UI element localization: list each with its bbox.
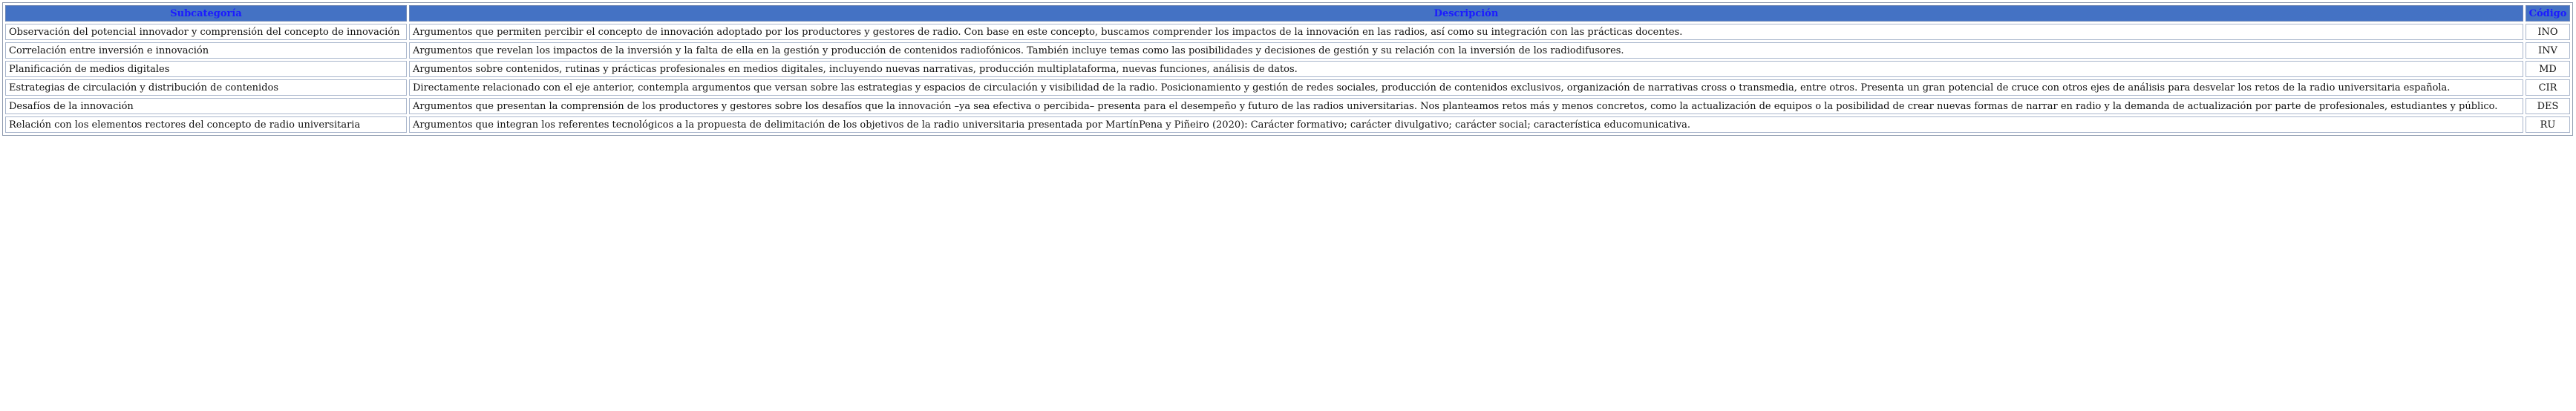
cell-subcategory: Correlación entre inversión e innovación xyxy=(5,42,407,59)
header-subcategory: Subcategoría xyxy=(5,5,407,22)
cell-code: MD xyxy=(2526,61,2570,77)
table-header-row: Subcategoría Descripción Código xyxy=(5,5,2570,22)
cell-subcategory: Desafíos de la innovación xyxy=(5,98,407,114)
cell-description: Argumentos que permiten percibir el conc… xyxy=(409,24,2523,40)
cell-code: INO xyxy=(2526,24,2570,40)
cell-subcategory: Relación con los elementos rectores del … xyxy=(5,116,407,133)
cell-description: Argumentos que presentan la comprensión … xyxy=(409,98,2523,114)
cell-description: Directamente relacionado con el eje ante… xyxy=(409,79,2523,96)
table-row: Planificación de medios digitales Argume… xyxy=(5,61,2570,77)
cell-subcategory: Planificación de medios digitales xyxy=(5,61,407,77)
header-description: Descripción xyxy=(409,5,2523,22)
cell-code: RU xyxy=(2526,116,2570,133)
cell-subcategory: Estrategias de circulación y distribució… xyxy=(5,79,407,96)
table-row: Estrategias de circulación y distribució… xyxy=(5,79,2570,96)
table-row: Correlación entre inversión e innovación… xyxy=(5,42,2570,59)
cell-code: CIR xyxy=(2526,79,2570,96)
table-row: Desafíos de la innovación Argumentos que… xyxy=(5,98,2570,114)
cell-code: DES xyxy=(2526,98,2570,114)
cell-code: INV xyxy=(2526,42,2570,59)
table-row: Observación del potencial innovador y co… xyxy=(5,24,2570,40)
header-code: Código xyxy=(2526,5,2570,22)
table-row: Relación con los elementos rectores del … xyxy=(5,116,2570,133)
categories-table: Subcategoría Descripción Código Observac… xyxy=(2,2,2573,136)
cell-description: Argumentos que revelan los impactos de l… xyxy=(409,42,2523,59)
cell-description: Argumentos que integran los referentes t… xyxy=(409,116,2523,133)
cell-subcategory: Observación del potencial innovador y co… xyxy=(5,24,407,40)
cell-description: Argumentos sobre contenidos, rutinas y p… xyxy=(409,61,2523,77)
